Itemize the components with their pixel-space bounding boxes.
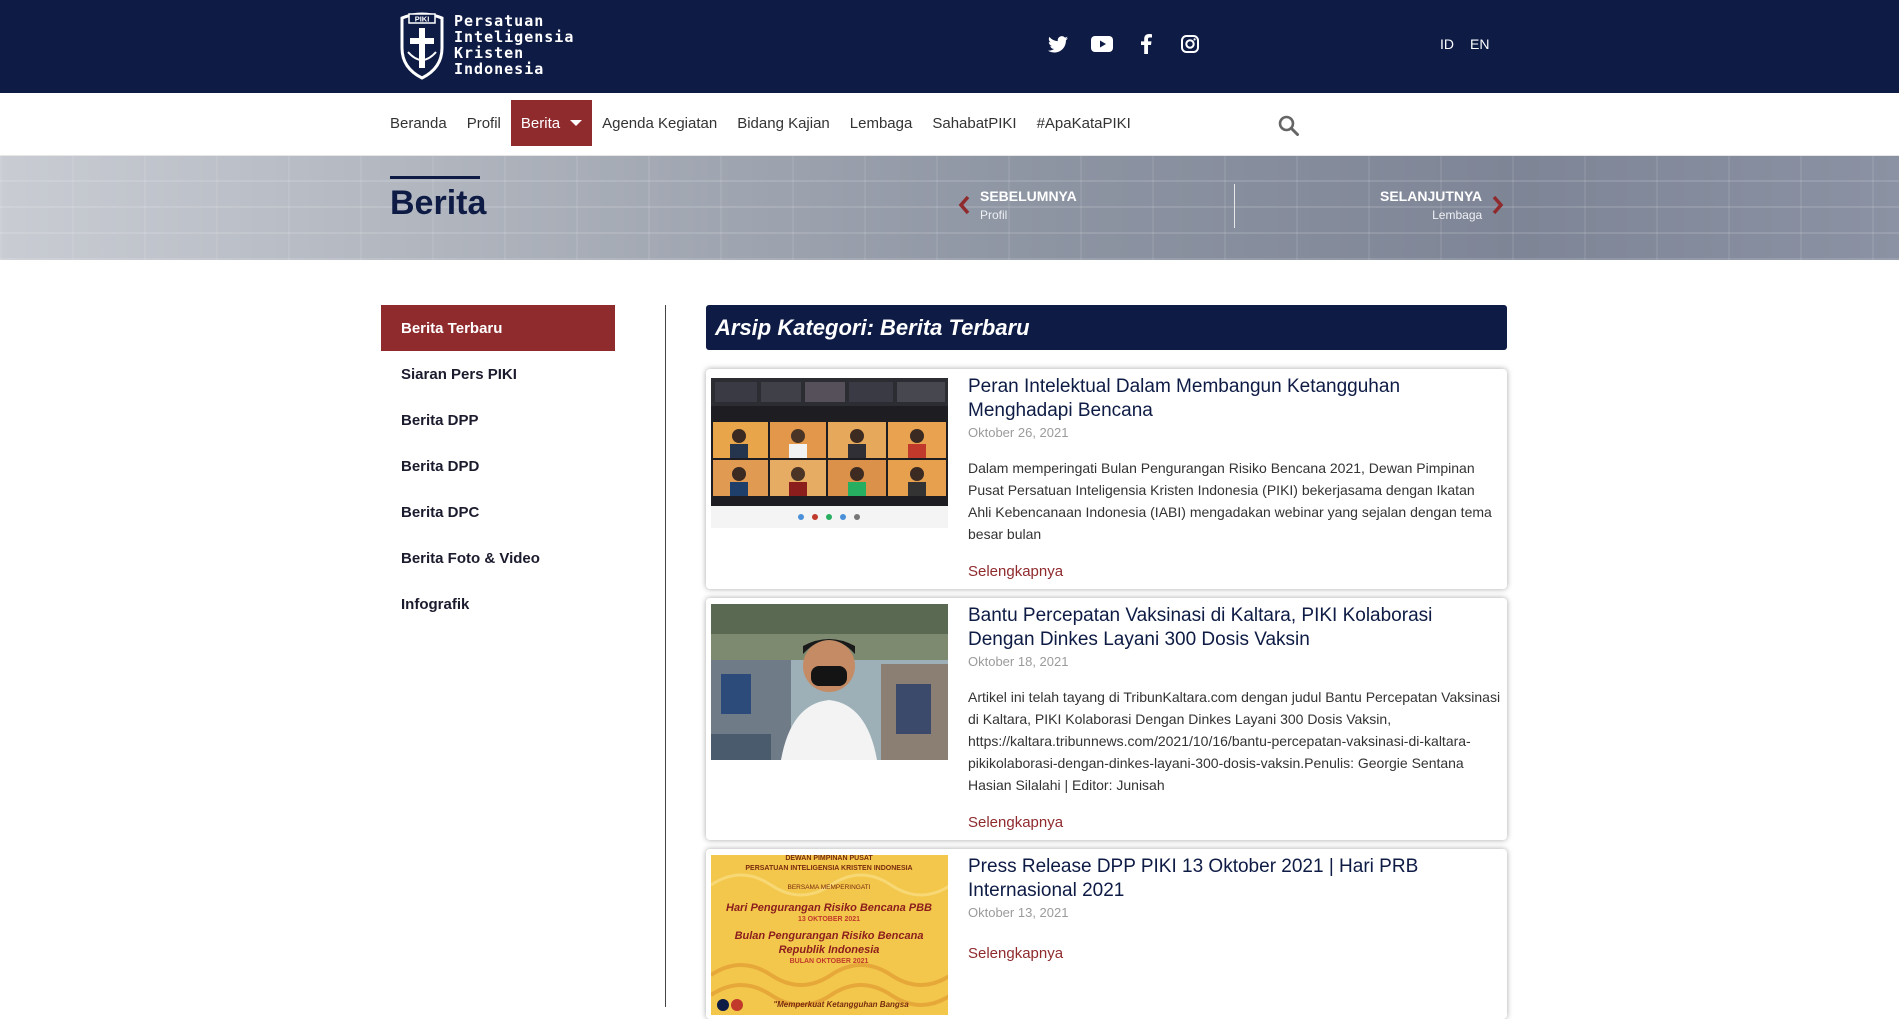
lang-en[interactable]: EN <box>1470 36 1489 52</box>
post-title[interactable]: Peran Intelektual Dalam Membangun Ketang… <box>968 375 1501 423</box>
post-thumbnail-webinar[interactable] <box>711 378 948 528</box>
svg-text:Republik Indonesia: Republik Indonesia <box>779 944 880 956</box>
language-switcher: ID EN <box>1440 36 1489 52</box>
post-date: Oktober 13, 2021 <box>968 905 1069 920</box>
vaksinasi-thumbnail-image <box>711 604 948 760</box>
lang-id[interactable]: ID <box>1440 36 1454 52</box>
post-thumbnail-vaksinasi[interactable] <box>711 604 948 760</box>
post-date: Oktober 18, 2021 <box>968 654 1069 669</box>
svg-text:BERSAMA MEMPERINGATI: BERSAMA MEMPERINGATI <box>788 884 871 891</box>
read-more-link[interactable]: Selengkapnya <box>968 563 1063 580</box>
svg-text:Bulan Pengurangan Risiko Benca: Bulan Pengurangan Risiko Bencana <box>735 930 924 942</box>
caret-down-icon <box>570 120 583 126</box>
logo-line: Persatuan <box>454 12 545 30</box>
nav-bidang-kajian[interactable]: Bidang Kajian <box>727 100 840 146</box>
nav-beranda[interactable]: Beranda <box>380 100 457 146</box>
prev-label: SEBELUMNYA <box>980 188 1077 204</box>
post-thumbnail-press-release[interactable]: DEWAN PIMPINAN PUSAT PERSATUAN INTELIGEN… <box>711 855 948 1015</box>
category-sidebar: Berita Terbaru Siaran Pers PIKI Berita D… <box>381 305 615 627</box>
main-nav: Beranda Profil Berita Agenda Kegiatan Bi… <box>0 93 1899 156</box>
post-excerpt: Artikel ini telah tayang di TribunKaltar… <box>968 689 1501 793</box>
twitter-icon[interactable] <box>1046 32 1070 56</box>
logo-line: Inteligensia <box>454 28 575 46</box>
social-links <box>1046 32 1202 56</box>
archive-heading: Arsip Kategori: Berita Terbaru <box>706 305 1507 350</box>
svg-text:PERSATUAN INTELIGENSIA KRISTEN: PERSATUAN INTELIGENSIA KRISTEN INDONESIA <box>745 865 912 872</box>
prev-page-link[interactable]: SEBELUMNYA Profil <box>958 188 1077 222</box>
nav-berita-label: Berita <box>520 114 561 132</box>
chevron-left-icon <box>958 195 970 215</box>
nav-lembaga[interactable]: Lembaga <box>840 100 923 146</box>
next-page-link[interactable]: SELANJUTNYA Lembaga <box>1380 188 1504 222</box>
svg-text:13 OKTOBER 2021: 13 OKTOBER 2021 <box>798 916 860 923</box>
read-more-link[interactable]: Selengkapnya <box>968 945 1063 962</box>
sidebar-item-foto-video[interactable]: Berita Foto & Video <box>381 535 615 581</box>
search-icon[interactable] <box>1278 115 1299 141</box>
prev-sub: Profil <box>980 208 1008 222</box>
sidebar-item-berita-dpp[interactable]: Berita DPP <box>381 397 615 443</box>
page-title: Berita <box>390 184 487 222</box>
site-logo[interactable]: PIKI Persatuan Inteligensia Kristen Indo… <box>397 10 574 80</box>
press-release-poster-image: DEWAN PIMPINAN PUSAT PERSATUAN INTELIGEN… <box>711 855 948 1015</box>
nav-sahabatpiki[interactable]: SahabatPIKI <box>922 100 1026 146</box>
next-sub: Lembaga <box>1432 208 1483 222</box>
post-card: DEWAN PIMPINAN PUSAT PERSATUAN INTELIGEN… <box>706 849 1507 1019</box>
top-header: PIKI Persatuan Inteligensia Kristen Indo… <box>0 0 1899 93</box>
logo-line: Kristen <box>454 44 525 62</box>
page-banner: Berita SEBELUMNYA Profil SELANJUTNYA Lem… <box>0 156 1899 260</box>
post-card: Peran Intelektual Dalam Membangun Ketang… <box>706 369 1507 589</box>
sidebar-item-infografik[interactable]: Infografik <box>381 581 615 627</box>
svg-text:DEWAN PIMPINAN PUSAT: DEWAN PIMPINAN PUSAT <box>785 855 873 862</box>
prev-next-divider <box>1234 184 1235 228</box>
nav-agenda-kegiatan[interactable]: Agenda Kegiatan <box>592 100 727 146</box>
svg-text:Hari Pengurangan Risiko Bencan: Hari Pengurangan Risiko Bencana PBB <box>726 902 932 914</box>
next-label: SELANJUTNYA <box>1380 188 1483 204</box>
sidebar-item-siaran-pers[interactable]: Siaran Pers PIKI <box>381 351 615 397</box>
nav-apakatapiki[interactable]: #ApaKataPIKI <box>1027 100 1141 146</box>
post-date: Oktober 26, 2021 <box>968 425 1069 440</box>
logo-line: Indonesia <box>454 60 545 78</box>
nav-berita[interactable]: Berita <box>510 100 593 146</box>
sidebar-divider <box>665 305 666 1007</box>
piki-shield-logo: PIKI <box>400 12 444 80</box>
sidebar-item-berita-dpd[interactable]: Berita DPD <box>381 443 615 489</box>
sidebar-item-berita-terbaru[interactable]: Berita Terbaru <box>381 305 615 351</box>
post-title[interactable]: Bantu Percepatan Vaksinasi di Kaltara, P… <box>968 604 1501 652</box>
post-excerpt: Dalam memperingati Bulan Pengurangan Ris… <box>968 460 1492 542</box>
facebook-icon[interactable] <box>1134 32 1158 56</box>
sidebar-item-berita-dpc[interactable]: Berita DPC <box>381 489 615 535</box>
svg-text:"Memperkuat Ketangguhan Bangsa: "Memperkuat Ketangguhan Bangsa <box>773 1000 909 1009</box>
svg-text:PIKI: PIKI <box>415 15 430 24</box>
webinar-thumbnail-image <box>711 378 948 528</box>
logo-wordmark: Persatuan Inteligensia Kristen Indonesia <box>454 13 574 77</box>
post-card: Bantu Percepatan Vaksinasi di Kaltara, P… <box>706 598 1507 840</box>
post-title[interactable]: Press Release DPP PIKI 13 Oktober 2021 |… <box>968 855 1501 903</box>
svg-text:BULAN OKTOBER 2021: BULAN OKTOBER 2021 <box>790 958 869 965</box>
instagram-icon[interactable] <box>1178 32 1202 56</box>
youtube-icon[interactable] <box>1090 32 1114 56</box>
chevron-right-icon <box>1492 195 1504 215</box>
title-accent-line <box>390 176 480 179</box>
nav-profil[interactable]: Profil <box>457 100 511 146</box>
read-more-link[interactable]: Selengkapnya <box>968 814 1063 831</box>
